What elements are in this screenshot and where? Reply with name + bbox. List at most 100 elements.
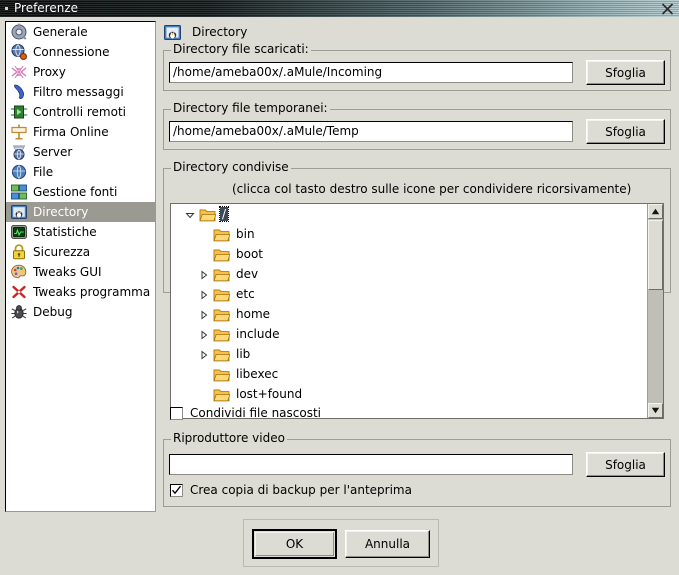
close-icon[interactable] [659,0,676,17]
chevron-down-icon[interactable] [185,209,195,219]
tree-row-home[interactable]: home [171,304,647,324]
sidebar-item-file[interactable]: File [6,162,155,182]
tree-row-boot[interactable]: boot [171,244,647,264]
general-gear-icon [10,23,28,41]
shared-directories-tree[interactable]: / bin boot dev etc home include lib libe… [170,203,664,419]
tree-item-label: dev [236,267,259,281]
sidebar-item-server[interactable]: Server [6,142,155,162]
tree-row-etc[interactable]: etc [171,284,647,304]
chevron-right-icon[interactable] [199,269,209,280]
scroll-down-icon[interactable] [648,403,663,418]
chevron-right-icon[interactable] [199,329,209,340]
remote-controls-icon [10,103,28,121]
folder-icon [213,367,231,382]
share-hidden-files-checkbox[interactable]: Condividi file nascosti [170,406,321,420]
tree-row-bin[interactable]: bin [171,224,647,244]
share-hidden-files-label: Condividi file nascosti [190,406,322,420]
sidebar-item-sicurezza[interactable]: Sicurezza [6,242,155,262]
sidebar-item-label: Server [33,145,73,159]
tree-item-label: include [236,327,280,341]
browse-downloads-label: Sfoglia [605,65,646,80]
scroll-up-icon[interactable] [648,204,663,219]
tree-row-lost-found[interactable]: lost+found [171,384,647,404]
downloads-directory-legend: Directory file scaricati: [171,42,311,56]
directory-icon [10,203,28,221]
sidebar-item-label: Firma Online [33,125,109,139]
tree-vertical-scrollbar[interactable] [647,204,663,418]
chevron-right-icon[interactable] [199,349,209,360]
security-lock-icon [10,243,28,261]
folder-icon [213,387,231,402]
sidebar-item-label: Proxy [33,65,66,79]
scrollbar-thumb[interactable] [648,220,663,290]
tree-item-label: lost+found [236,387,303,401]
proxy-icon [10,63,28,81]
directory-icon [163,23,182,42]
file-icon [10,163,28,181]
sidebar-item-label: Gestione fonti [33,185,118,199]
sidebar-item-generale[interactable]: Generale [6,22,155,42]
chevron-right-icon[interactable] [199,289,209,300]
folder-icon [213,287,231,302]
backup-preview-checkbox[interactable]: Crea copia di backup per l'anteprima [170,483,412,497]
tree-row-libexec[interactable]: libexec [171,364,647,384]
sidebar-item-label: Tweaks GUI [33,265,102,279]
sidebar-item-directory[interactable]: Directory [6,202,155,222]
sidebar-item-label: Connessione [33,45,110,59]
tree-item-label: / [218,206,230,222]
downloads-directory-input[interactable]: /home/ameba00x/.aMule/Incoming [169,62,573,83]
sidebar-item-proxy[interactable]: Proxy [6,62,155,82]
browse-temp-button[interactable]: Sfoglia [586,119,665,144]
folder-icon [213,347,231,362]
sidebar-item-label: Directory [33,205,89,219]
sidebar-item-label: File [33,165,54,179]
titlebar-stripes [0,0,679,17]
sidebar-item-label: Statistiche [33,225,97,239]
browse-video-player-label: Sfoglia [605,457,646,472]
sidebar-item-label: Filtro messaggi [33,85,124,99]
tree-row-dev[interactable]: dev [171,264,647,284]
server-icon [10,143,28,161]
preferences-sidebar[interactable]: Generale Connessione Proxy Filtro messag… [5,21,156,512]
online-signature-icon [10,123,28,141]
checkbox-box[interactable] [170,483,183,497]
tree-row-include[interactable]: include [171,324,647,344]
backup-preview-label: Crea copia di backup per l'anteprima [190,483,412,497]
cancel-button[interactable]: Annulla [345,530,430,558]
sidebar-item-firma-online[interactable]: Firma Online [6,122,155,142]
sidebar-item-connessione[interactable]: Connessione [6,42,155,62]
tree-item-label: home [236,307,271,321]
folder-icon [213,227,231,242]
window-title: Preferenze [14,1,79,15]
tree-row-lib[interactable]: lib [171,344,647,364]
directory-settings-pane: Directory Directory file scaricati: /hom… [160,21,674,569]
sidebar-item-debug[interactable]: Debug [6,302,155,322]
sidebar-item-label: Tweaks programma [33,285,151,299]
video-player-input[interactable] [169,454,573,475]
program-tweaks-icon [10,283,28,301]
sidebar-item-label: Generale [33,25,88,39]
source-manager-icon [10,183,28,201]
temp-directory-input[interactable]: /home/ameba00x/.aMule/Temp [169,121,573,142]
tree-row-root[interactable]: / [171,204,647,224]
sidebar-item-tweaks-programma[interactable]: Tweaks programma [6,282,155,302]
window-menu-icon[interactable] [5,7,8,10]
folder-icon [213,327,231,342]
tree-item-label: lib [236,347,251,361]
browse-temp-label: Sfoglia [605,124,646,139]
chevron-right-icon[interactable] [199,309,209,320]
sidebar-item-controlli-remoti[interactable]: Controlli remoti [6,102,155,122]
browse-video-player-button[interactable]: Sfoglia [586,452,665,477]
shared-directories-legend: Directory condivise [171,160,291,174]
browse-downloads-button[interactable]: Sfoglia [586,60,665,85]
tree-item-label: libexec [236,367,279,381]
folder-icon [199,207,217,222]
checkbox-box[interactable] [170,406,183,420]
sidebar-item-statistiche[interactable]: Statistiche [6,222,155,242]
sidebar-item-filtro-messaggi[interactable]: Filtro messaggi [6,82,155,102]
video-player-legend: Riproduttore video [171,431,287,445]
sidebar-item-tweaks-gui[interactable]: Tweaks GUI [6,262,155,282]
ok-button[interactable]: OK [252,529,337,559]
debug-bug-icon [10,303,28,321]
sidebar-item-gestione-fonti[interactable]: Gestione fonti [6,182,155,202]
